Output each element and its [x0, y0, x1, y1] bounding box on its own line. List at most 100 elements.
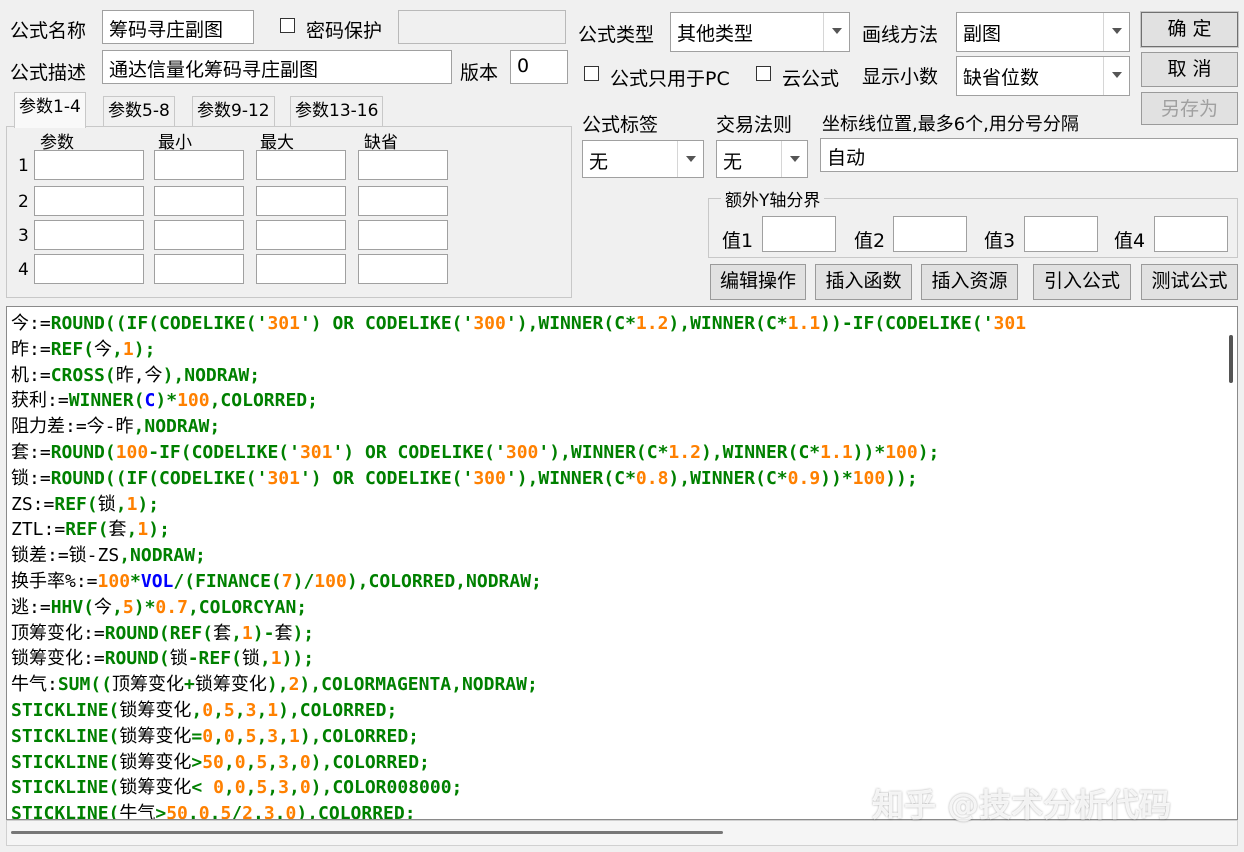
- formula-desc-label: 公式描述: [10, 62, 87, 84]
- tab-params-13-16[interactable]: 参数13-16: [290, 96, 384, 127]
- code-line[interactable]: 昨:=REF(今,1);: [11, 337, 1223, 363]
- param-row-number: 4: [18, 260, 29, 280]
- param-min-input[interactable]: [154, 186, 244, 216]
- param-name-input[interactable]: [34, 254, 144, 284]
- code-line[interactable]: ZS:=REF(锁,1);: [11, 492, 1223, 518]
- param-max-input[interactable]: [256, 254, 346, 284]
- formula-tag-label: 公式标签: [582, 114, 659, 136]
- cloud-label: 云公式: [782, 68, 840, 90]
- watermark: 知乎 @技术分析代码: [872, 786, 1172, 824]
- chevron-down-icon[interactable]: [781, 141, 807, 177]
- tab-params-1-4[interactable]: 参数1-4: [14, 92, 86, 128]
- cancel-button[interactable]: 取 消: [1141, 52, 1238, 87]
- trade-rule-label: 交易法则: [716, 114, 793, 136]
- code-editor[interactable]: 今:=ROUND((IF(CODELIKE('301') OR CODELIKE…: [6, 306, 1238, 820]
- code-line[interactable]: 机:=CROSS(昨,今),NODRAW;: [11, 363, 1223, 389]
- formula-desc-input[interactable]: 通达信量化筹码寻庄副图: [102, 50, 452, 84]
- param-row-number: 3: [18, 226, 29, 246]
- code-text[interactable]: 今:=ROUND((IF(CODELIKE('301') OR CODELIKE…: [11, 311, 1223, 819]
- tab-params-5-8[interactable]: 参数5-8: [103, 96, 175, 127]
- param-name-input[interactable]: [34, 220, 144, 250]
- value1-label: 值1: [722, 230, 754, 252]
- value4-input[interactable]: [1154, 216, 1228, 252]
- insert-function-button[interactable]: 插入函数: [815, 264, 912, 300]
- param-max-input[interactable]: [256, 186, 346, 216]
- chevron-down-icon[interactable]: [1103, 57, 1129, 95]
- chevron-down-icon[interactable]: [823, 13, 849, 51]
- value4-label: 值4: [1114, 230, 1146, 252]
- param-default-input[interactable]: [358, 150, 448, 180]
- formula-type-value: 其他类型: [677, 23, 754, 45]
- param-name-input[interactable]: [34, 186, 144, 216]
- code-line[interactable]: 阻力差:=今-昨,NODRAW;: [11, 414, 1223, 440]
- code-line[interactable]: STICKLINE(锁筹变化,0,5,3,1),COLORRED;: [11, 698, 1223, 724]
- formula-tag-value: 无: [589, 151, 609, 173]
- value3-input[interactable]: [1024, 216, 1098, 252]
- chevron-down-icon[interactable]: [677, 141, 703, 177]
- vertical-scrollbar[interactable]: [1221, 307, 1237, 819]
- value3-label: 值3: [984, 230, 1016, 252]
- draw-method-label: 画线方法: [862, 24, 939, 46]
- draw-method-select[interactable]: 副图: [956, 12, 1130, 52]
- formula-type-label: 公式类型: [578, 24, 655, 46]
- code-line[interactable]: 套:=ROUND(100-IF(CODELIKE('301') OR CODEL…: [11, 440, 1223, 466]
- param-default-input[interactable]: [358, 186, 448, 216]
- edit-ops-button[interactable]: 编辑操作: [710, 264, 806, 300]
- save-as-button: 另存为: [1141, 92, 1238, 125]
- param-min-input[interactable]: [154, 254, 244, 284]
- value1-input[interactable]: [762, 216, 836, 252]
- axis-position-input[interactable]: 自动: [820, 138, 1238, 172]
- param-name-input[interactable]: [34, 150, 144, 180]
- ok-button[interactable]: 确 定: [1140, 11, 1239, 48]
- param-min-input[interactable]: [154, 220, 244, 250]
- code-line[interactable]: ZTL:=REF(套,1);: [11, 517, 1223, 543]
- decimals-select[interactable]: 缺省位数: [956, 56, 1130, 96]
- cloud-checkbox[interactable]: [756, 66, 771, 81]
- code-line[interactable]: STICKLINE(锁筹变化=0,0,5,3,1),COLORRED;: [11, 724, 1223, 750]
- code-line[interactable]: 锁差:=锁-ZS,NODRAW;: [11, 543, 1223, 569]
- code-line[interactable]: STICKLINE(锁筹变化>50,0,5,3,0),COLORRED;: [11, 750, 1223, 776]
- param-default-input[interactable]: [358, 220, 448, 250]
- trade-rule-select[interactable]: 无: [716, 140, 808, 178]
- horizontal-scroll-thumb[interactable]: [11, 831, 723, 834]
- param-min-input[interactable]: [154, 150, 244, 180]
- test-formula-button[interactable]: 测试公式: [1141, 264, 1238, 300]
- password-label: 密码保护: [306, 20, 383, 42]
- version-input[interactable]: 0: [510, 50, 568, 84]
- param-max-input[interactable]: [256, 220, 346, 250]
- param-row-number: 2: [18, 192, 29, 212]
- import-formula-button[interactable]: 引入公式: [1033, 264, 1131, 300]
- code-line[interactable]: 锁筹变化:=ROUND(锁-REF(锁,1));: [11, 646, 1223, 672]
- trade-rule-value: 无: [723, 151, 743, 173]
- formula-type-select[interactable]: 其他类型: [670, 12, 850, 52]
- code-line[interactable]: 牛气:SUM((顶筹变化+锁筹变化),2),COLORMAGENTA,NODRA…: [11, 672, 1223, 698]
- value2-label: 值2: [854, 230, 886, 252]
- value2-input[interactable]: [893, 216, 967, 252]
- code-line[interactable]: 顶筹变化:=ROUND(REF(套,1)-套);: [11, 621, 1223, 647]
- code-line[interactable]: 换手率%:=100*VOL/(FINANCE(7)/100),COLORRED,…: [11, 569, 1223, 595]
- decimals-label: 显示小数: [862, 66, 939, 88]
- code-line[interactable]: 今:=ROUND((IF(CODELIKE('301') OR CODELIKE…: [11, 311, 1223, 337]
- pc-only-label: 公式只用于PC: [610, 68, 730, 90]
- formula-tag-select[interactable]: 无: [582, 140, 704, 178]
- code-line[interactable]: 锁:=ROUND((IF(CODELIKE('301') OR CODELIKE…: [11, 466, 1223, 492]
- decimals-value: 缺省位数: [963, 67, 1040, 89]
- extra-y-axis-title: 额外Y轴分界: [721, 186, 825, 211]
- pc-only-checkbox[interactable]: [584, 66, 599, 81]
- chevron-down-icon[interactable]: [1103, 13, 1129, 51]
- version-label: 版本: [460, 62, 499, 84]
- password-input: [398, 10, 566, 44]
- insert-resource-button[interactable]: 插入资源: [921, 264, 1018, 300]
- param-row-number: 1: [18, 156, 29, 176]
- tab-params-9-12[interactable]: 参数9-12: [192, 96, 275, 127]
- param-max-input[interactable]: [256, 150, 346, 180]
- code-line[interactable]: 获利:=WINNER(C)*100,COLORRED;: [11, 388, 1223, 414]
- formula-name-input[interactable]: 筹码寻庄副图: [102, 10, 254, 44]
- formula-name-label: 公式名称: [10, 20, 87, 42]
- draw-method-value: 副图: [963, 23, 1002, 45]
- code-line[interactable]: 逃:=HHV(今,5)*0.7,COLORCYAN;: [11, 595, 1223, 621]
- vertical-scroll-thumb[interactable]: [1229, 335, 1233, 383]
- axis-position-label: 坐标线位置,最多6个,用分号分隔: [822, 114, 1079, 135]
- param-default-input[interactable]: [358, 254, 448, 284]
- password-checkbox[interactable]: [280, 18, 295, 33]
